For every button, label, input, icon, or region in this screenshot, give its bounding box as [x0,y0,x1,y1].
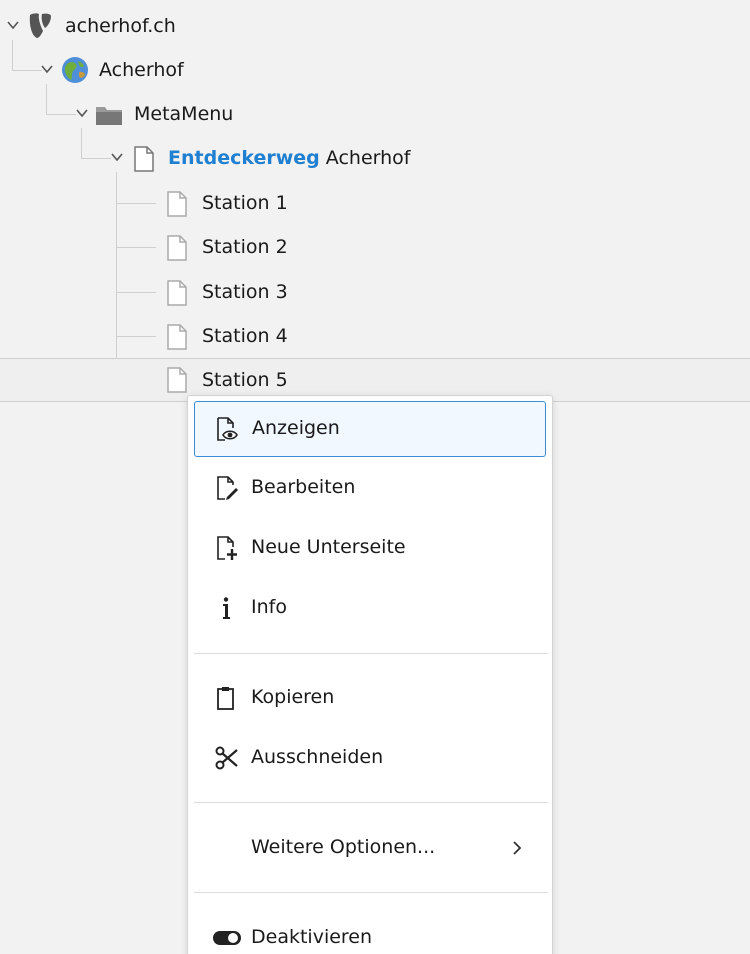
menu-item-more-options[interactable]: Weitere Optionen... [194,820,546,876]
tree-item-label: acherhof.ch [65,15,176,37]
tree-item-label: Station 5 [202,369,288,391]
page-icon [134,146,154,172]
chevron-down-icon[interactable] [110,150,124,164]
menu-divider [194,653,548,654]
menu-item-info[interactable]: Info [194,580,546,636]
menu-item-edit[interactable]: Bearbeiten [194,460,546,516]
menu-item-label: Bearbeiten [251,476,356,498]
menu-item-cut[interactable]: Ausschneiden [194,730,546,786]
chevron-down-icon[interactable] [6,18,20,32]
menu-item-deactivate[interactable]: Deaktivieren [194,910,546,954]
chevron-down-icon[interactable] [40,62,54,76]
tree-item-station-3[interactable]: Station 3 [0,270,750,314]
menu-divider [194,892,548,893]
tree-item-site[interactable]: Acherhof [0,48,750,92]
view-page-icon [217,417,238,441]
typo3-logo-icon [29,13,51,38]
tree-item-station-4[interactable]: Station 4 [0,314,750,358]
chevron-down-icon[interactable] [75,106,89,120]
menu-divider [194,802,548,803]
tree-item-label: Station 1 [202,192,288,214]
tree-item-label: Station 4 [202,325,288,347]
tree-item-folder[interactable]: MetaMenu [0,92,750,136]
edit-page-icon [217,476,238,500]
scissors-icon [215,746,238,770]
page-icon [167,367,187,393]
new-subpage-icon [217,536,237,560]
tree-item-station-1[interactable]: Station 1 [0,181,750,225]
page-icon [167,324,187,350]
menu-item-label: Weitere Optionen... [251,836,436,858]
menu-item-view[interactable]: Anzeigen [194,401,546,457]
tree-item-root[interactable]: acherhof.ch [0,4,750,48]
tree-item-label: MetaMenu [134,103,234,125]
menu-item-label: Anzeigen [252,417,340,439]
toggle-icon [213,931,241,945]
menu-item-label: Info [251,596,287,618]
tree-item-label-rest: Acherhof [319,147,411,169]
menu-item-new-subpage[interactable]: Neue Unterseite [194,520,546,576]
tree-item-page[interactable]: Entdeckerweg Acherhof [0,136,750,180]
tree-item-label: Entdeckerweg Acherhof [168,147,410,169]
page-tree-panel: acherhof.ch Acherhof MetaMenu Entdeckerw… [0,0,750,954]
menu-item-label: Neue Unterseite [251,536,406,558]
menu-item-label: Deaktivieren [251,926,373,948]
context-menu: Anzeigen Bearbeiten Neue Unterseite Info… [187,395,553,954]
tree-item-label: Station 2 [202,236,288,258]
page-icon [167,235,187,261]
tree-item-label: Station 3 [202,281,288,303]
folder-icon [96,107,122,125]
info-icon [223,597,230,619]
clipboard-icon [217,687,234,710]
chevron-right-icon [513,841,522,855]
globe-icon [62,57,88,83]
page-icon [167,191,187,217]
search-highlight: Entdeckerweg [168,147,320,169]
menu-item-copy[interactable]: Kopieren [194,670,546,726]
menu-item-label: Kopieren [251,686,335,708]
menu-item-label: Ausschneiden [251,746,384,768]
page-icon [167,280,187,306]
tree-item-label: Acherhof [99,59,184,81]
tree-item-station-2[interactable]: Station 2 [0,225,750,269]
